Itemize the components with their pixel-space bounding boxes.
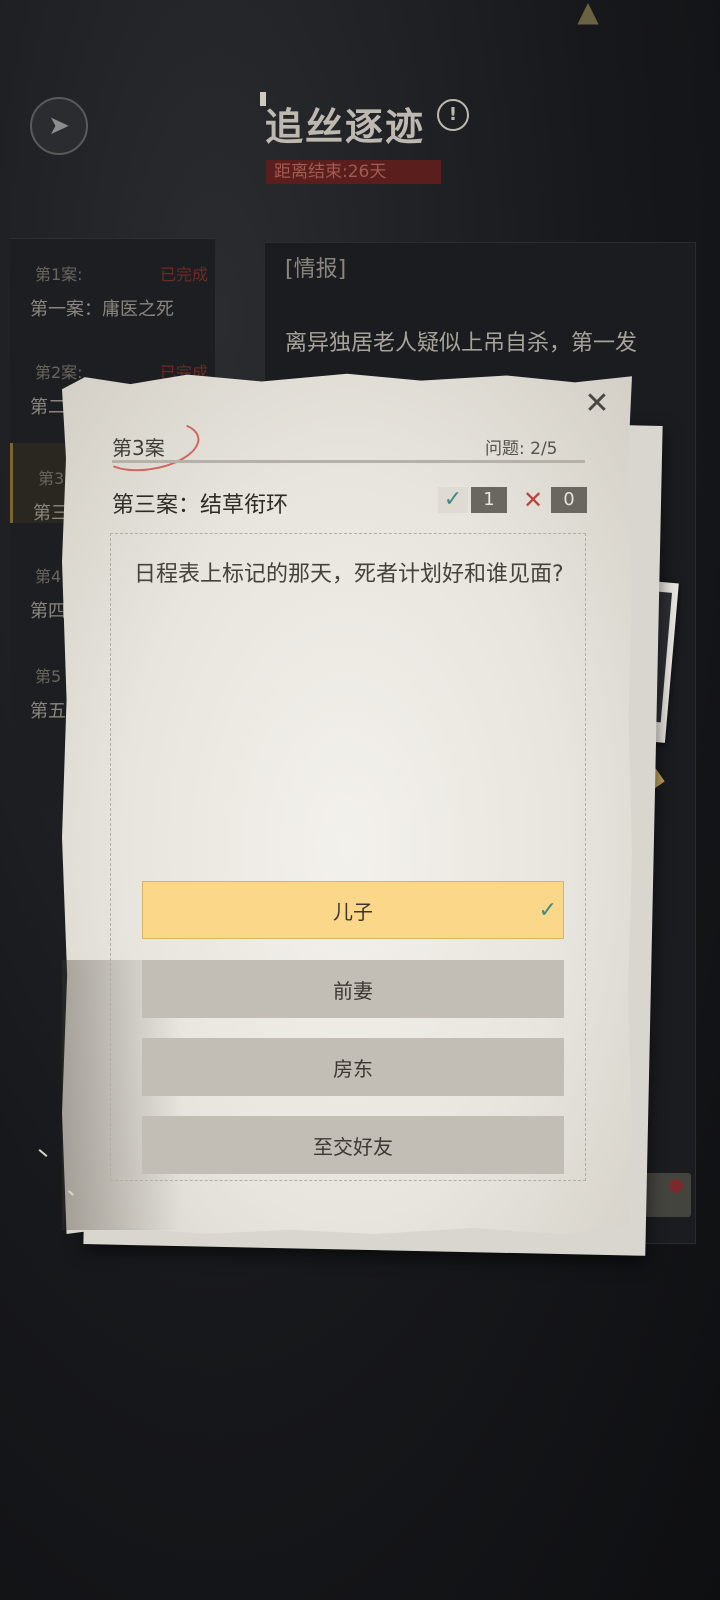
back-button[interactable]: ➤: [30, 97, 88, 155]
check-icon: ✓: [538, 898, 557, 923]
option-label: 房东: [333, 1056, 373, 1081]
intel-title: [情报]: [285, 257, 347, 282]
question-counter: 问题: 2/5: [485, 439, 558, 459]
wrong-count: 0: [551, 487, 587, 513]
answer-option-4[interactable]: 至交好友: [142, 1116, 564, 1174]
notification-dot: [669, 1179, 683, 1193]
answer-option-2[interactable]: 前妻: [142, 960, 564, 1018]
case-title: 第三案：结草衔环: [112, 493, 289, 518]
correct-count: 1: [471, 487, 507, 513]
case-number: 第3: [38, 469, 65, 488]
case-label: 第3案: [112, 436, 165, 460]
option-label: 至交好友: [313, 1134, 393, 1159]
check-icon: ✓: [438, 487, 468, 513]
case-number: 第4: [35, 567, 62, 586]
page-title: 追丝逐迹: [265, 104, 426, 149]
countdown-label: 距离结束:26天: [266, 160, 441, 184]
option-label: 儿子: [333, 899, 373, 924]
cross-icon: ✕: [522, 486, 544, 514]
question-text: 日程表上标记的那天，死者计划好和谁见面?: [134, 562, 564, 587]
option-label: 前妻: [333, 978, 373, 1003]
close-button[interactable]: ✕: [582, 389, 612, 419]
answer-option-3[interactable]: 房东: [142, 1038, 564, 1096]
case-name: 第二: [30, 397, 66, 418]
case-number: 第5: [35, 667, 62, 686]
close-icon: ✕: [584, 386, 610, 421]
case-number: 第2案:: [35, 363, 83, 382]
intel-text: 离异独居老人疑似上吊自杀，第一发: [285, 331, 638, 356]
answer-option-1[interactable]: 儿子 ✓: [142, 881, 564, 939]
star-icon: ▲: [577, 0, 599, 28]
case-name: 第四: [30, 601, 66, 622]
back-arrow-icon: ➤: [48, 111, 70, 141]
case-name: 第一案：庸医之死: [30, 299, 174, 320]
divider: [112, 460, 585, 463]
case-number: 第1案:: [35, 265, 83, 284]
case-status: 已完成: [160, 265, 209, 284]
sidebar-case-1[interactable]: 第1案: 已完成 第一案：庸医之死: [10, 239, 215, 320]
case-name: 第五: [30, 701, 66, 722]
info-icon[interactable]: !: [437, 99, 469, 131]
